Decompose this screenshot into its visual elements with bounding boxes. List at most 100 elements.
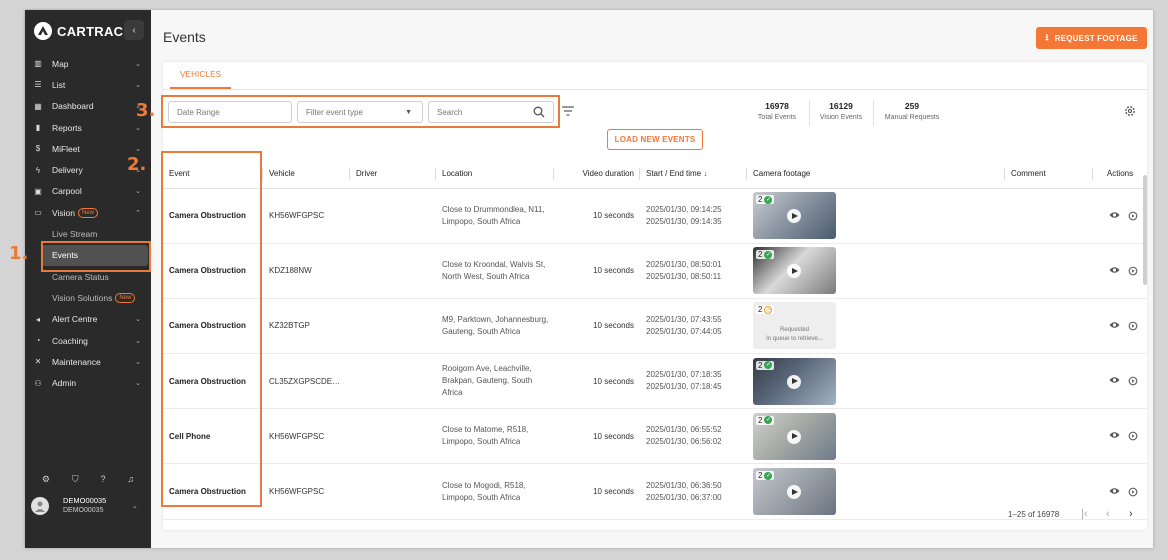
help-icon[interactable]: ? (100, 474, 105, 485)
sidebar-item-alert-centre[interactable]: ◂ Alert Centre ⌄ (25, 309, 151, 330)
request-video-icon[interactable] (1128, 266, 1138, 276)
table-row[interactable]: Camera Obstruction KH56WFGPSC Close to Mog… (163, 463, 1147, 520)
table-row[interactable]: Camera Obstruction KDZ188NW Close to Kroon… (163, 243, 1147, 299)
play-icon[interactable] (787, 374, 801, 389)
chevron-down-icon: ⌄ (135, 316, 141, 324)
notification-bell-icon[interactable]: ♫ (127, 474, 134, 485)
play-icon[interactable] (787, 485, 801, 500)
pending-clock-icon: ◷ (764, 305, 773, 314)
sidebar-item-vision[interactable]: ▭ Vision New ⌃ (25, 202, 151, 223)
footage-count-value: 2 (758, 360, 763, 370)
request-footage-button[interactable]: ⭳ REQUEST FOOTAGE (1036, 27, 1147, 49)
stat-label: Total Events (757, 114, 797, 121)
next-page-icon[interactable]: › (1129, 508, 1133, 520)
tools-icon: ✕ (34, 357, 42, 367)
column-header-location[interactable]: Location (436, 160, 554, 189)
view-eye-icon[interactable] (1109, 431, 1120, 439)
request-video-icon[interactable] (1128, 211, 1138, 221)
sidebar-item-admin[interactable]: ⚇ Admin ⌄ (25, 372, 151, 393)
footage-status-subtext: In queue to retrieve... (766, 336, 823, 343)
first-page-icon[interactable]: |‹ (1081, 508, 1088, 520)
footage-count-value: 2 (758, 250, 763, 260)
filter-icon[interactable] (562, 106, 574, 116)
sidebar-footer: ⚙ ⛉ ? ♫ DEMO00035 DEMO00035 ⌄ (25, 474, 151, 548)
footage-count: 2 ✓ (756, 471, 775, 481)
location: Rooigom Ave, Leachville, Brakpan, Gauten… (442, 364, 533, 398)
video-duration: 10 seconds (593, 211, 634, 221)
table-row[interactable]: Cell Phone KH56WFGPSC Close to Matome, R51… (163, 408, 1147, 465)
user-menu[interactable]: DEMO00035 DEMO00035 (31, 496, 106, 516)
chevron-down-icon[interactable]: ⌄ (132, 502, 138, 510)
prev-page-icon[interactable]: ‹ (1106, 508, 1110, 520)
footage-count: 2 ✓ (756, 250, 775, 260)
sidebar-item-maintenance[interactable]: ✕ Maintenance ⌄ (25, 351, 151, 372)
sort-arrow-down-icon[interactable]: ↓ (703, 169, 707, 178)
column-header-actions[interactable]: Actions (1093, 160, 1147, 189)
play-icon[interactable] (787, 209, 801, 224)
sidebar-item-dashboard[interactable]: ▦ Dashboard ⌄ (25, 96, 151, 117)
shield-icon[interactable]: ⛉ (72, 474, 79, 485)
request-video-icon[interactable] (1128, 376, 1138, 386)
sidebar-item-coaching[interactable]: ◔ Coaching ⌄ (25, 330, 151, 351)
request-video-icon[interactable] (1128, 487, 1138, 497)
column-header-video-duration[interactable]: Video duration (554, 160, 640, 189)
scrollbar[interactable] (1143, 175, 1147, 285)
chevron-down-icon: ⌄ (135, 188, 141, 196)
footage-count-value: 2 (758, 415, 763, 425)
column-header-start-end-time[interactable]: Start / End time ↓ (640, 160, 747, 189)
video-duration: 10 seconds (593, 266, 634, 276)
table-settings-gear-icon[interactable] (1124, 105, 1136, 117)
user-icon (35, 501, 45, 512)
annotation-box-1 (41, 241, 151, 272)
sidebar-item-map[interactable]: ▥ Map ⌄ (25, 53, 151, 74)
request-video-icon[interactable] (1128, 431, 1138, 441)
column-header-label: Vehicle (269, 169, 295, 179)
footage-thumbnail[interactable]: 2 ✓ (753, 247, 836, 295)
stat-value: 259 (904, 101, 920, 111)
annotation-box-2 (161, 151, 262, 507)
end-time: 2025/01/30, 06:56:02 (646, 437, 722, 447)
footage-thumbnail[interactable]: 2 ✓ (753, 357, 836, 405)
end-time: 2025/01/30, 09:14:35 (646, 216, 722, 226)
footage-thumbnail[interactable]: 2 ✓ (753, 192, 836, 240)
tab-vehicles[interactable]: VEHICLES (170, 62, 232, 89)
stat-vision-events: 16129 Vision Events (813, 101, 869, 121)
column-header-camera-footage[interactable]: Camera footage (747, 160, 1005, 189)
download-icon: ⭳ (1045, 32, 1049, 42)
chevron-up-icon: ⌃ (135, 209, 141, 217)
column-header-driver[interactable]: Driver (350, 160, 436, 189)
sidebar-item-list[interactable]: ☰ List ⌄ (25, 74, 151, 95)
end-time: 2025/01/30, 08:50:11 (646, 271, 722, 281)
column-header-vehicle[interactable]: Vehicle (263, 160, 350, 189)
footage-count: 2 ✓ (756, 415, 775, 425)
sidebar-item-reports[interactable]: ▮ Reports ⌄ (25, 117, 151, 138)
play-icon[interactable] (787, 429, 801, 444)
footage-count: 2 ◷ (756, 305, 775, 315)
view-eye-icon[interactable] (1109, 376, 1120, 384)
footage-thumbnail[interactable]: 2 ✓ (753, 412, 836, 460)
view-eye-icon[interactable] (1109, 211, 1120, 219)
load-new-events-button[interactable]: LOAD NEW EVENTS (607, 129, 703, 150)
video-duration: 10 seconds (593, 431, 634, 441)
view-eye-icon[interactable] (1109, 266, 1120, 274)
request-video-icon[interactable] (1128, 321, 1138, 331)
collapse-sidebar-button[interactable]: ‹ (124, 20, 144, 40)
footage-count-value: 2 (758, 471, 763, 481)
play-icon[interactable] (787, 264, 801, 279)
column-header-label: Camera footage (753, 169, 811, 179)
sidebar-item-label: Vision Solutions (52, 292, 113, 303)
user-account: DEMO00035 (63, 507, 104, 514)
sidebar-item-carpool[interactable]: ▣ Carpool ⌄ (25, 181, 151, 202)
view-eye-icon[interactable] (1109, 321, 1120, 329)
table-row[interactable]: Camera Obstruction CL35ZXGPSCDE… Rooigom A… (163, 353, 1147, 410)
sidebar-utility-icons: ⚙ ⛉ ? ♫ (25, 474, 151, 485)
column-header-comment[interactable]: Comment (1005, 160, 1093, 189)
settings-gear-icon[interactable]: ⚙ (42, 474, 50, 485)
footage-thumbnail[interactable]: 2 ✓ (753, 468, 836, 516)
table-row[interactable]: Camera Obstruction KH56WFGPSC Close to Dru… (163, 188, 1147, 244)
table-row[interactable]: Camera Obstruction KZ32BTGP M9, Parktown, … (163, 298, 1147, 355)
dashboard-icon: ▦ (34, 101, 42, 111)
check-circle-icon: ✓ (764, 471, 773, 480)
view-eye-icon[interactable] (1109, 487, 1120, 495)
sidebar-item-vision-solutions[interactable]: Vision Solutions New (25, 287, 151, 308)
